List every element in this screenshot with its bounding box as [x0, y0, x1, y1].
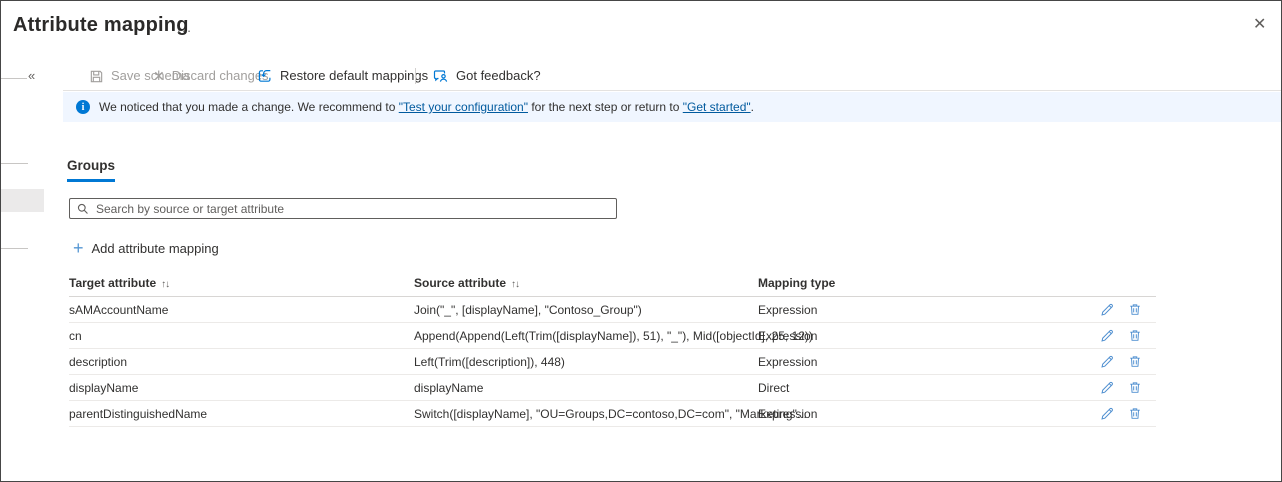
delete-mapping-button[interactable] — [1128, 354, 1142, 369]
restore-icon — [257, 68, 273, 84]
edit-mapping-button[interactable] — [1100, 328, 1115, 343]
table-row: cn Append(Append(Left(Trim([displayName]… — [69, 323, 1156, 349]
notification-banner: i We noticed that you made a change. We … — [63, 92, 1282, 122]
feedback-icon — [433, 68, 449, 84]
toolbar-divider — [63, 90, 1282, 91]
target-attribute-cell: displayName — [69, 375, 138, 401]
table-row: sAMAccountName Join("_", [displayName], … — [69, 297, 1156, 323]
target-attribute-cell: sAMAccountName — [69, 297, 168, 323]
got-feedback-button[interactable]: Got feedback? — [433, 65, 541, 87]
sidebar-divider — [1, 163, 28, 164]
source-attribute-cell: Left(Trim([description]), 448) — [414, 349, 565, 375]
banner-text-middle: for the next step or return to — [528, 100, 683, 114]
edit-mapping-button[interactable] — [1100, 302, 1115, 317]
got-feedback-label: Got feedback? — [456, 65, 541, 87]
dismiss-icon: ✕ — [153, 69, 165, 83]
pencil-icon — [1100, 328, 1115, 343]
get-started-link[interactable]: "Get started" — [683, 100, 751, 114]
search-container — [69, 198, 617, 219]
edit-mapping-button[interactable] — [1100, 406, 1115, 421]
toolbar-separator — [415, 68, 416, 84]
column-header-source-attribute[interactable]: Source attribute ↑↓ — [414, 276, 519, 290]
discard-changes-button[interactable]: ✕ Discard changes — [153, 65, 269, 87]
sort-icon[interactable]: ↑↓ — [161, 279, 169, 290]
target-attribute-cell: parentDistinguishedName — [69, 401, 207, 427]
trash-icon — [1128, 354, 1142, 369]
delete-mapping-button[interactable] — [1128, 328, 1142, 343]
restore-default-mappings-button[interactable]: Restore default mappings — [257, 65, 428, 87]
close-icon[interactable]: ✕ — [1253, 17, 1266, 33]
plus-icon: + — [73, 240, 84, 256]
table-row: description Left(Trim([description]), 44… — [69, 349, 1156, 375]
banner-text: We noticed that you made a change. We re… — [99, 100, 754, 114]
delete-mapping-button[interactable] — [1128, 406, 1142, 421]
edit-mapping-button[interactable] — [1100, 354, 1115, 369]
more-options-icon[interactable]: ... — [177, 20, 192, 35]
source-attribute-cell: Switch([displayName], "OU=Groups,DC=cont… — [414, 401, 807, 427]
search-input[interactable] — [69, 198, 617, 219]
sidebar-divider — [1, 78, 27, 79]
table-header-row: Target attribute ↑↓ Source attribute ↑↓ Ma… — [69, 274, 1156, 297]
sidebar-selected-item[interactable] — [1, 189, 44, 212]
delete-mapping-button[interactable] — [1128, 302, 1142, 317]
mapping-type-cell: Direct — [758, 375, 789, 401]
add-attribute-mapping-button[interactable]: + Add attribute mapping — [73, 240, 219, 256]
mapping-type-cell: Expression — [758, 349, 817, 375]
add-attribute-mapping-label: Add attribute mapping — [92, 241, 219, 256]
tab-groups[interactable]: Groups — [67, 158, 115, 182]
target-attribute-cell: description — [69, 349, 127, 375]
source-attribute-cell: Append(Append(Left(Trim([displayName]), … — [414, 323, 813, 349]
trash-icon — [1128, 380, 1142, 395]
restore-default-mappings-label: Restore default mappings — [280, 65, 428, 87]
save-icon — [89, 69, 104, 84]
mapping-type-cell: Expression — [758, 401, 817, 427]
pencil-icon — [1100, 406, 1115, 421]
mapping-type-cell: Expression — [758, 323, 817, 349]
delete-mapping-button[interactable] — [1128, 380, 1142, 395]
sort-icon[interactable]: ↑↓ — [511, 279, 519, 290]
banner-text-before: We noticed that you made a change. We re… — [99, 100, 399, 114]
trash-icon — [1128, 328, 1142, 343]
info-icon: i — [76, 100, 90, 114]
test-your-configuration-link[interactable]: "Test your configuration" — [399, 100, 528, 114]
banner-text-after: . — [751, 100, 754, 114]
pencil-icon — [1100, 380, 1115, 395]
mapping-type-cell: Expression — [758, 297, 817, 323]
table-row: parentDistinguishedName Switch([displayN… — [69, 401, 1156, 427]
column-header-label: Target attribute — [69, 276, 156, 290]
table-row: displayName displayName Direct — [69, 375, 1156, 401]
trash-icon — [1128, 302, 1142, 317]
trash-icon — [1128, 406, 1142, 421]
column-header-label: Source attribute — [414, 276, 506, 290]
collapse-sidebar-icon[interactable]: « — [28, 68, 35, 83]
attribute-mappings-table: Target attribute ↑↓ Source attribute ↑↓ Ma… — [69, 274, 1156, 427]
source-attribute-cell: displayName — [414, 375, 483, 401]
source-attribute-cell: Join("_", [displayName], "Contoso_Group"… — [414, 297, 642, 323]
page-title: Attribute mapping — [13, 14, 189, 37]
pencil-icon — [1100, 302, 1115, 317]
column-header-target-attribute[interactable]: Target attribute ↑↓ — [69, 276, 169, 290]
edit-mapping-button[interactable] — [1100, 380, 1115, 395]
column-header-label: Mapping type — [758, 276, 835, 290]
column-header-mapping-type: Mapping type — [758, 276, 835, 290]
target-attribute-cell: cn — [69, 323, 82, 349]
discard-changes-label: Discard changes — [172, 65, 269, 87]
sidebar-divider — [1, 248, 28, 249]
pencil-icon — [1100, 354, 1115, 369]
attribute-mapping-panel: Attribute mapping ... ✕ « Save schema ✕ … — [0, 0, 1282, 482]
